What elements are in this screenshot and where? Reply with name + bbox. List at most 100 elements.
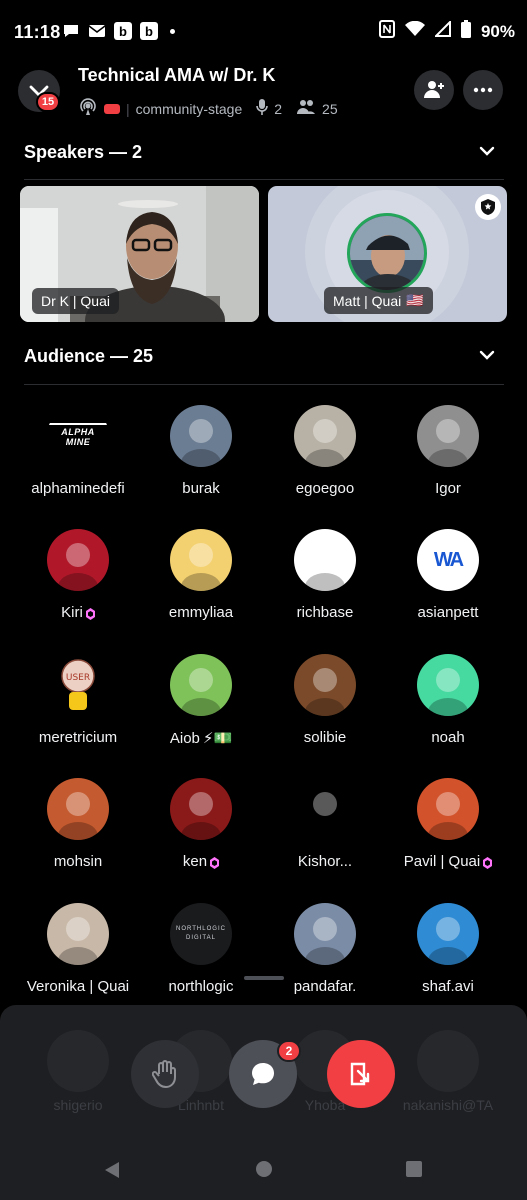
divider [24, 179, 504, 180]
audience-member[interactable]: Pavil | Quai [386, 778, 510, 870]
speaker-tile-drk[interactable]: Dr K | Quai [20, 186, 259, 322]
stage-header: 15 Technical AMA w/ Dr. K | community-st… [0, 62, 527, 124]
audience-member[interactable]: Igor [386, 405, 510, 497]
avatar [47, 903, 109, 965]
audience-member[interactable]: Veronika | Quai [16, 903, 140, 995]
mail-icon [88, 22, 106, 40]
audience-member[interactable]: noah [386, 654, 510, 746]
leave-stage-button[interactable] [327, 1040, 395, 1108]
audience-name-row: richbase [263, 604, 387, 621]
b-app-icon: b [114, 22, 132, 40]
channel-name: community-stage [135, 100, 243, 117]
audience-name: Igor [435, 480, 461, 497]
audience-member[interactable]: ken [139, 778, 263, 870]
audience-name-row: pandafar. [263, 978, 387, 995]
audience-name: solibie [303, 729, 347, 746]
audience-member[interactable]: egoegoo [263, 405, 387, 497]
audience-member[interactable]: shaf.avi [386, 903, 510, 995]
battery-icon [460, 20, 471, 43]
audience-heading: Audience — 25 [24, 346, 154, 366]
speakers-heading: Speakers — 2 [24, 142, 143, 162]
audience-collapse-toggle[interactable] [479, 348, 495, 366]
chat-bubble-icon [252, 1063, 274, 1085]
audience-name-row: asianpett [386, 604, 510, 621]
audience-member[interactable]: USER meretricium [16, 654, 140, 746]
audience-name: Veronika | Quai [26, 978, 130, 995]
b-app-icon: b [140, 22, 158, 40]
avatar [417, 903, 479, 965]
chevron-down-icon [479, 350, 495, 360]
sheet-drag-handle[interactable] [244, 976, 284, 980]
audience-name: pandafar. [293, 978, 357, 995]
audience-name: burak [182, 480, 220, 497]
avatar [294, 654, 356, 716]
audience-member[interactable]: Kiri [16, 529, 140, 621]
audience-member[interactable]: ALPHA MINE alphaminedefi [16, 405, 140, 497]
audience-member[interactable]: mohsin [16, 778, 140, 870]
avatar [294, 405, 356, 467]
audience-name: Kishor... [297, 853, 353, 870]
invite-button[interactable] [414, 70, 454, 110]
audience-member[interactable]: WA asianpett [386, 529, 510, 621]
battery-percent: 90% [480, 21, 515, 41]
audience-name-row: alphaminedefi [16, 480, 140, 497]
avatar [294, 778, 356, 840]
unread-badge: 15 [36, 92, 60, 112]
avatar [294, 903, 356, 965]
audience-member[interactable]: burak [139, 405, 263, 497]
audience-name: Pavil | Quai [403, 853, 481, 870]
speakers-collapse-toggle[interactable] [479, 144, 495, 162]
nitro-boost-icon [483, 856, 493, 869]
audience-name: northlogic [168, 978, 234, 995]
speaker-name: Dr K | Quai [41, 293, 110, 309]
avatar [47, 1030, 109, 1092]
audience-member[interactable]: NORTHLOGIC DIGITAL northlogic [139, 903, 263, 995]
system-icons: 90% [378, 19, 515, 43]
recents-square-icon [406, 1161, 422, 1177]
avatar: NORTHLOGIC DIGITAL [170, 903, 232, 965]
audience-name: alphaminedefi [31, 480, 125, 497]
more-options-button[interactable] [463, 70, 503, 110]
audience-member[interactable]: richbase [263, 529, 387, 621]
microphone-icon [256, 98, 269, 119]
svg-text:USER: USER [66, 673, 90, 683]
audience-name-row: shaf.avi [386, 978, 510, 995]
people-icon [296, 99, 316, 118]
avatar [347, 213, 427, 293]
audience-name-row: Veronika | Quai [16, 978, 140, 995]
back-button[interactable] [102, 1160, 122, 1185]
speaker-name-tag: Matt | Quai 🇺🇸 [324, 287, 433, 314]
audience-name-row: burak [139, 480, 263, 497]
raise-hand-button[interactable] [131, 1040, 199, 1108]
audience-name: noah [431, 729, 465, 746]
audience-member[interactable]: emmyliaa [139, 529, 263, 621]
wifi-icon [404, 20, 425, 42]
home-circle-icon [256, 1161, 272, 1177]
audience-name-row: solibie [263, 729, 387, 746]
shield-star-icon [481, 199, 495, 215]
avatar [417, 405, 479, 467]
audience-name: nakanishi@TA [402, 1097, 494, 1113]
audience-name: ken [182, 853, 208, 870]
android-nav-bar [0, 1140, 527, 1200]
back-triangle-icon [105, 1162, 119, 1178]
audience-member[interactable]: Aiob ⚡💵 [139, 654, 263, 747]
avatar [417, 654, 479, 716]
audience-member[interactable]: pandafar. [263, 903, 387, 995]
audience-name: egoegoo [295, 480, 355, 497]
audience-member[interactable]: solibie [263, 654, 387, 746]
audience-name: mohsin [53, 853, 103, 870]
audience-name-row: emmyliaa [139, 604, 263, 621]
audience-name-row: Kishor... [263, 853, 387, 870]
more-notifications-dot [170, 28, 175, 34]
home-button[interactable] [255, 1160, 273, 1183]
avatar: USER [47, 654, 109, 716]
audience-member[interactable]: Kishor... [263, 778, 387, 870]
recents-button[interactable] [405, 1160, 423, 1183]
stage-title: Technical AMA w/ Dr. K [78, 65, 276, 85]
speaker-name: Matt | Quai [333, 292, 402, 309]
audience-name-row: northlogic [139, 978, 263, 995]
chat-bubble-icon [62, 22, 80, 40]
speaker-tile-matt[interactable]: Matt | Quai 🇺🇸 [268, 186, 507, 322]
audience-name: Aiob [169, 729, 200, 747]
